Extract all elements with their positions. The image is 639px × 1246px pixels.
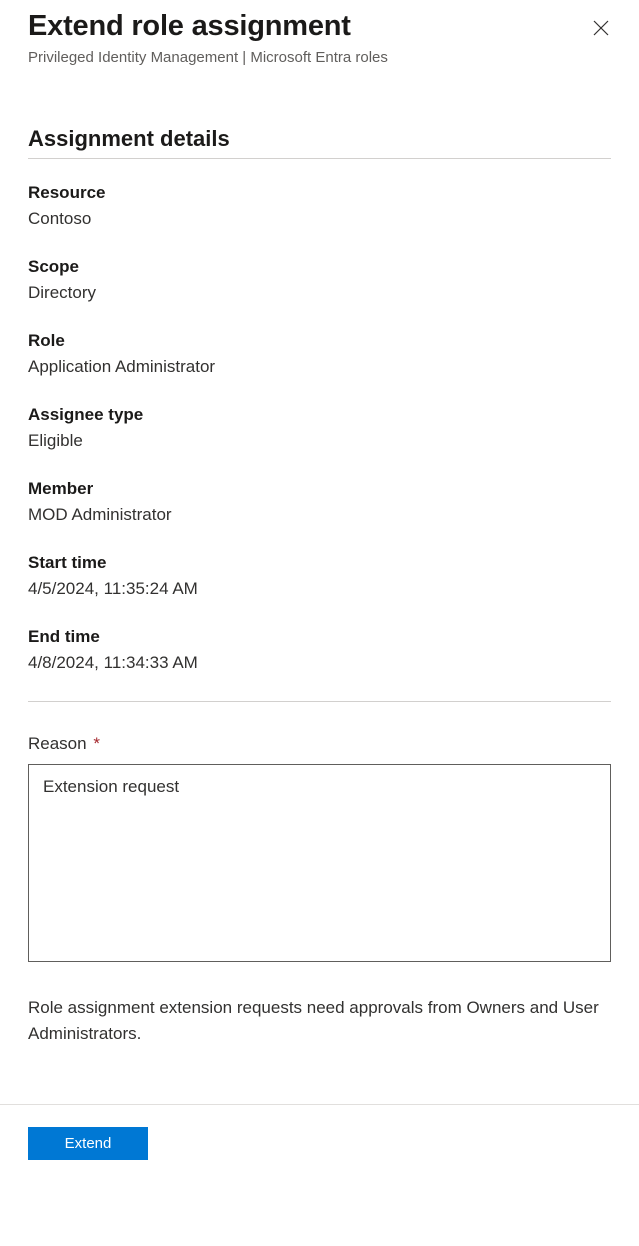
- field-assignee-type: Assignee type Eligible: [28, 405, 611, 451]
- field-value-scope: Directory: [28, 283, 611, 303]
- field-label-assignee-type: Assignee type: [28, 405, 611, 425]
- panel-subtitle: Privileged Identity Management | Microso…: [28, 49, 611, 66]
- field-label-resource: Resource: [28, 183, 611, 203]
- field-label-scope: Scope: [28, 257, 611, 277]
- close-button[interactable]: [587, 14, 615, 45]
- field-label-member: Member: [28, 479, 611, 499]
- approval-info-text: Role assignment extension requests need …: [28, 995, 611, 1046]
- close-icon: [593, 24, 609, 39]
- field-label-role: Role: [28, 331, 611, 351]
- field-member: Member MOD Administrator: [28, 479, 611, 525]
- section-heading-assignment-details: Assignment details: [28, 126, 611, 159]
- field-resource: Resource Contoso: [28, 183, 611, 229]
- field-label-start-time: Start time: [28, 553, 611, 573]
- field-value-end-time: 4/8/2024, 11:34:33 AM: [28, 653, 611, 673]
- required-indicator: *: [93, 734, 100, 753]
- divider: [28, 701, 611, 702]
- reason-label-text: Reason: [28, 734, 87, 753]
- field-value-role: Application Administrator: [28, 357, 611, 377]
- field-value-member: MOD Administrator: [28, 505, 611, 525]
- panel-title: Extend role assignment: [28, 10, 351, 43]
- field-label-end-time: End time: [28, 627, 611, 647]
- field-start-time: Start time 4/5/2024, 11:35:24 AM: [28, 553, 611, 599]
- field-scope: Scope Directory: [28, 257, 611, 303]
- field-value-start-time: 4/5/2024, 11:35:24 AM: [28, 579, 611, 599]
- extend-button[interactable]: Extend: [28, 1127, 148, 1160]
- field-role: Role Application Administrator: [28, 331, 611, 377]
- field-value-resource: Contoso: [28, 209, 611, 229]
- reason-textarea[interactable]: Extension request: [28, 764, 611, 962]
- field-value-assignee-type: Eligible: [28, 431, 611, 451]
- reason-label: Reason *: [28, 734, 611, 754]
- field-end-time: End time 4/8/2024, 11:34:33 AM: [28, 627, 611, 673]
